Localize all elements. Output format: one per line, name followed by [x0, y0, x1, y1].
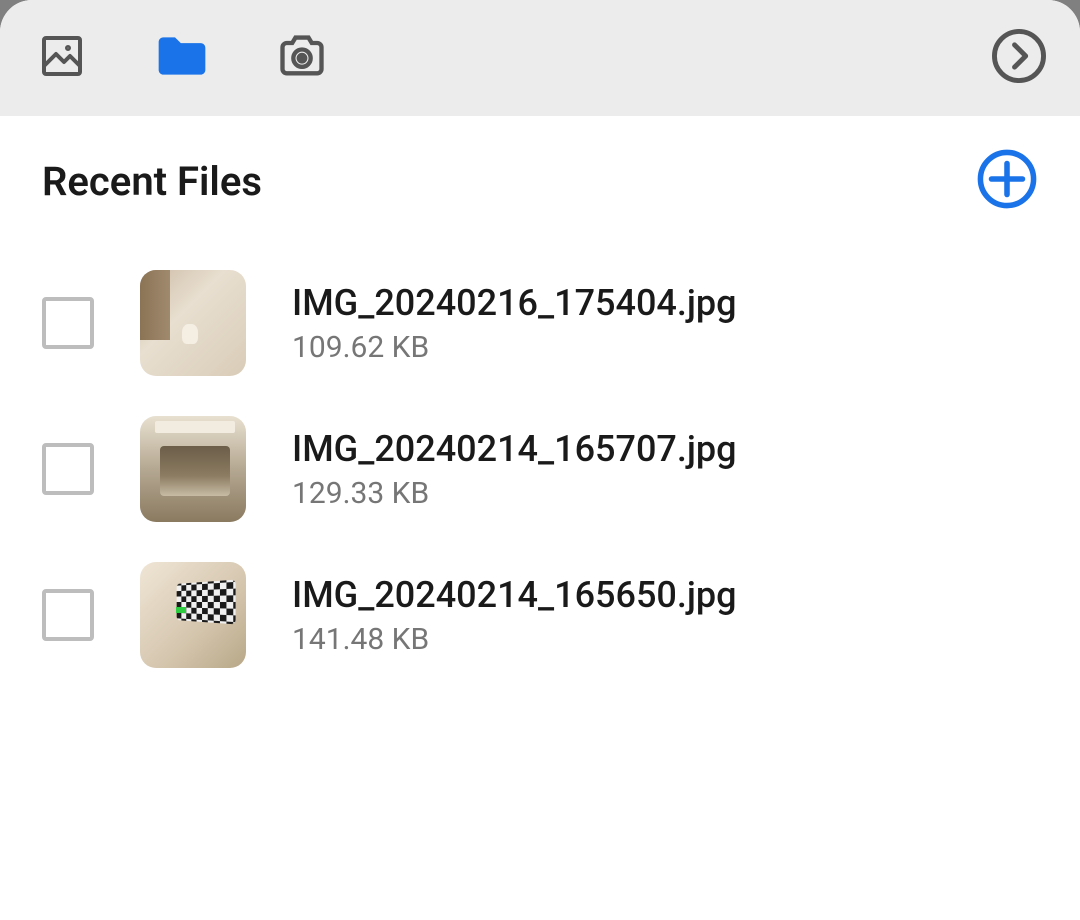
content-area: Recent Files IMG_20240216_175404.jpg 109… — [0, 112, 1080, 706]
camera-tab[interactable] — [276, 32, 328, 84]
gallery-tab[interactable] — [36, 32, 88, 84]
file-thumbnail — [140, 270, 246, 376]
file-name: IMG_20240214_165707.jpg — [292, 428, 737, 470]
folder-icon — [154, 32, 210, 84]
file-item[interactable]: IMG_20240216_175404.jpg 109.62 KB — [42, 270, 1038, 376]
toolbar — [0, 0, 1080, 116]
section-title: Recent Files — [42, 158, 262, 205]
file-size: 129.33 KB — [292, 476, 737, 511]
file-thumbnail — [140, 562, 246, 668]
file-size: 141.48 KB — [292, 622, 737, 657]
file-name: IMG_20240214_165650.jpg — [292, 574, 737, 616]
camera-icon — [276, 32, 328, 84]
file-info: IMG_20240216_175404.jpg 109.62 KB — [292, 282, 737, 365]
file-item[interactable]: IMG_20240214_165707.jpg 129.33 KB — [42, 416, 1038, 522]
file-thumbnail — [140, 416, 246, 522]
plus-circle-icon — [976, 148, 1038, 214]
file-checkbox[interactable] — [42, 589, 94, 641]
chevron-right-circle-icon — [990, 27, 1048, 89]
forward-button[interactable] — [990, 29, 1048, 87]
file-info: IMG_20240214_165650.jpg 141.48 KB — [292, 574, 737, 657]
file-item[interactable]: IMG_20240214_165650.jpg 141.48 KB — [42, 562, 1038, 668]
file-checkbox[interactable] — [42, 297, 94, 349]
add-button[interactable] — [976, 150, 1038, 212]
file-list: IMG_20240216_175404.jpg 109.62 KB IMG_20… — [42, 258, 1038, 668]
file-picker-panel: Recent Files IMG_20240216_175404.jpg 109… — [0, 0, 1080, 920]
file-size: 109.62 KB — [292, 330, 737, 365]
files-tab[interactable] — [156, 32, 208, 84]
file-name: IMG_20240216_175404.jpg — [292, 282, 737, 324]
file-checkbox[interactable] — [42, 443, 94, 495]
file-info: IMG_20240214_165707.jpg 129.33 KB — [292, 428, 737, 511]
image-icon — [38, 32, 86, 84]
section-header: Recent Files — [42, 150, 1038, 212]
